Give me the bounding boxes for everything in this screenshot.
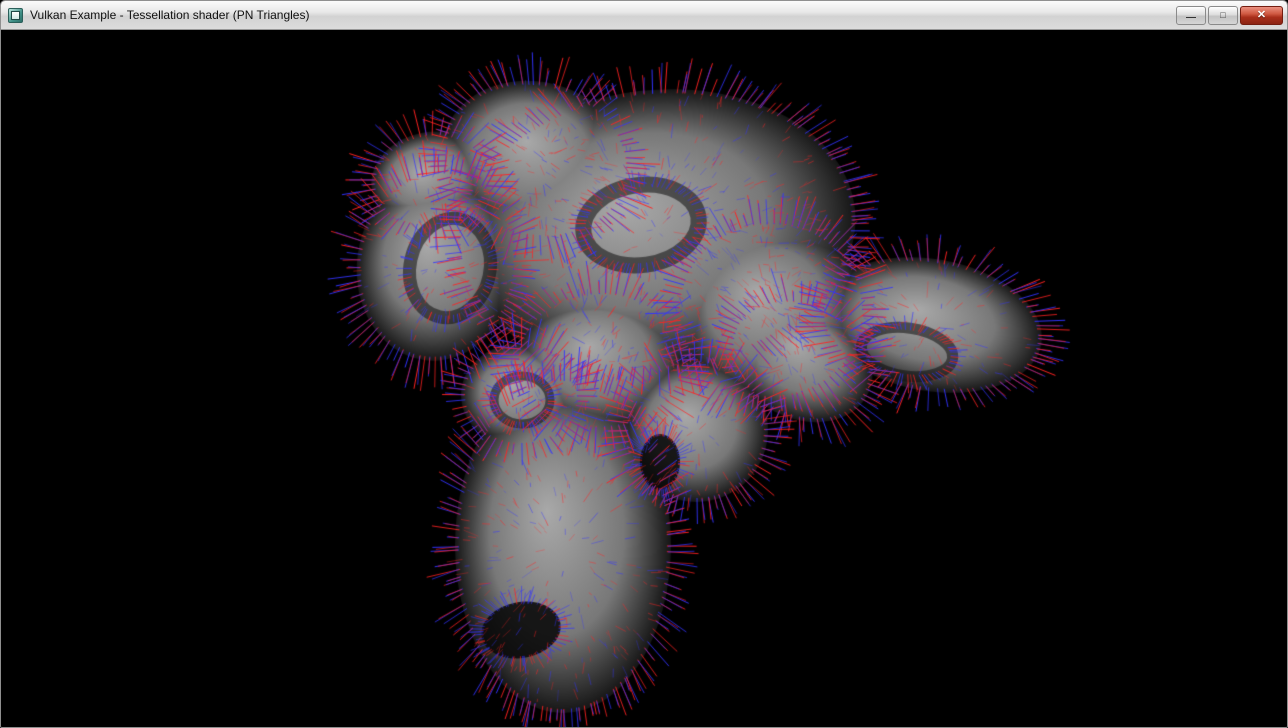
title-bar[interactable]: Vulkan Example - Tessellation shader (PN… [1, 1, 1287, 30]
caption-buttons: — □ ✕ [1176, 6, 1283, 25]
close-button[interactable]: ✕ [1240, 6, 1283, 25]
app-icon-glyph [11, 11, 20, 20]
app-icon[interactable] [8, 8, 23, 23]
window: Vulkan Example - Tessellation shader (PN… [0, 0, 1288, 728]
maximize-button[interactable]: □ [1208, 6, 1238, 25]
close-icon: ✕ [1257, 10, 1266, 21]
maximize-icon: □ [1220, 11, 1225, 20]
minimize-icon: — [1186, 13, 1196, 23]
render-canvas[interactable] [1, 30, 1287, 727]
minimize-button[interactable]: — [1176, 6, 1206, 25]
window-title: Vulkan Example - Tessellation shader (PN… [30, 8, 309, 22]
